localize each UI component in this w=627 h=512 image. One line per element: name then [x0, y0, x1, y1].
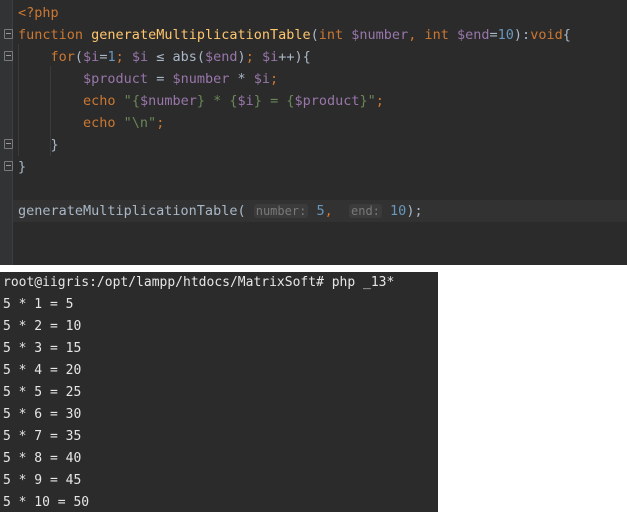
- string-quote: ": [367, 93, 376, 109]
- brace-close: }: [18, 159, 27, 175]
- code-line-5: echo "{$number} * {$i} = {$product}";: [18, 90, 627, 112]
- terminal-output-line: 5 * 6 = 30: [3, 407, 82, 422]
- fold-for-icon[interactable]: [4, 51, 13, 61]
- paren: (: [310, 27, 319, 43]
- string-part: =: [261, 93, 287, 109]
- interp-brace: {: [229, 93, 238, 109]
- code-line-4: $product = $number * $i;: [18, 68, 627, 90]
- arg-value: 10: [390, 203, 407, 219]
- var-i: $i: [253, 71, 271, 87]
- code-line-3: for($i=1; $i ≤ abs($end); $i++){: [18, 46, 627, 68]
- interp-brace: }: [359, 93, 368, 109]
- terminal-output-line: 5 * 4 = 20: [3, 363, 82, 378]
- paren-close: ):: [513, 27, 531, 43]
- string-quote: ": [115, 93, 132, 109]
- param-number: $number: [351, 27, 409, 43]
- fold-function-end-icon[interactable]: [4, 161, 13, 171]
- brace-open: {: [562, 27, 571, 43]
- editor-gutter: [0, 0, 12, 265]
- string-part: *: [205, 93, 230, 109]
- var-product: $product: [294, 93, 360, 109]
- var-i: $i: [83, 49, 100, 65]
- code-line-8: }: [18, 156, 627, 178]
- code-line-6: echo "\n";: [18, 112, 627, 134]
- php-open-tag: <?php: [18, 5, 59, 21]
- terminal-prompt: root@iigris:/opt/lampp/htdocs/MatrixSoft…: [3, 275, 395, 290]
- multiply: *: [229, 71, 254, 87]
- keyword-function: function: [18, 27, 84, 43]
- interp-brace: }: [196, 93, 205, 109]
- paren: (: [74, 49, 84, 65]
- var-i: $i: [237, 93, 254, 109]
- param-end: $end: [457, 27, 490, 43]
- default-value: 10: [497, 27, 514, 43]
- less-equal: ≤: [148, 49, 173, 65]
- keyword-echo: echo: [83, 93, 116, 109]
- keyword-for: for: [50, 49, 75, 65]
- function-name: generateMultiplicationTable: [91, 27, 311, 43]
- semicolon: ;: [156, 115, 165, 131]
- gutter-separator: [12, 0, 13, 265]
- string-newline: "\n": [115, 115, 157, 131]
- comma: ,: [324, 203, 333, 219]
- terminal-output-line: 5 * 5 = 25: [3, 385, 82, 400]
- var-number: $number: [139, 93, 197, 109]
- brace-close: }: [50, 137, 59, 153]
- terminal-output-line: 5 * 9 = 45: [3, 473, 82, 488]
- terminal-output-line: 5 * 10 = 50: [3, 495, 90, 510]
- param-hint-end: end:: [349, 204, 382, 218]
- code-line-2: function generateMultiplicationTable(int…: [18, 24, 627, 46]
- number-literal: 1: [107, 49, 116, 65]
- equals: =: [489, 27, 498, 43]
- var-i: $i: [261, 49, 279, 65]
- var-i: $i: [131, 49, 149, 65]
- terminal-output-line: 5 * 8 = 40: [3, 451, 82, 466]
- arg-value: 5: [316, 203, 325, 219]
- terminal-output-line: 5 * 3 = 15: [3, 341, 82, 356]
- var-number: $number: [172, 71, 230, 87]
- semicolon: ;: [115, 49, 132, 65]
- paren-close: ): [237, 49, 246, 65]
- code-line-10-current: generateMultiplicationTable( number: 5, …: [13, 200, 627, 222]
- keyword-echo: echo: [83, 115, 116, 131]
- var-product: $product: [83, 71, 149, 87]
- return-type: void: [530, 27, 563, 43]
- code-editor[interactable]: <?php function generateMultiplicationTab…: [0, 0, 627, 265]
- param-hint-number: number:: [253, 204, 309, 218]
- abs-call: abs(: [172, 49, 206, 65]
- code-line-7: }: [18, 134, 627, 156]
- increment: ++){: [278, 49, 311, 65]
- comma: ,: [408, 27, 425, 43]
- terminal[interactable]: root@iigris:/opt/lampp/htdocs/MatrixSoft…: [0, 272, 438, 512]
- paren: (: [237, 203, 246, 219]
- interp-brace: {: [131, 93, 140, 109]
- semicolon: ;: [270, 71, 279, 87]
- fold-for-end-icon[interactable]: [4, 139, 13, 149]
- fold-function-icon[interactable]: [4, 29, 13, 39]
- semicolon: ;: [245, 49, 262, 65]
- var-end: $end: [205, 49, 238, 65]
- interp-brace: }: [253, 93, 262, 109]
- type-int: int: [318, 27, 344, 43]
- type-int: int: [424, 27, 449, 43]
- terminal-output-line: 5 * 1 = 5: [3, 297, 74, 312]
- semicolon: ;: [375, 93, 384, 109]
- terminal-output-line: 5 * 7 = 35: [3, 429, 82, 444]
- code-line-1: <?php: [18, 2, 627, 24]
- call-close: );: [406, 203, 423, 219]
- call-function-name: generateMultiplicationTable: [18, 203, 238, 219]
- assign: =: [148, 71, 173, 87]
- terminal-output-line: 5 * 2 = 10: [3, 319, 82, 334]
